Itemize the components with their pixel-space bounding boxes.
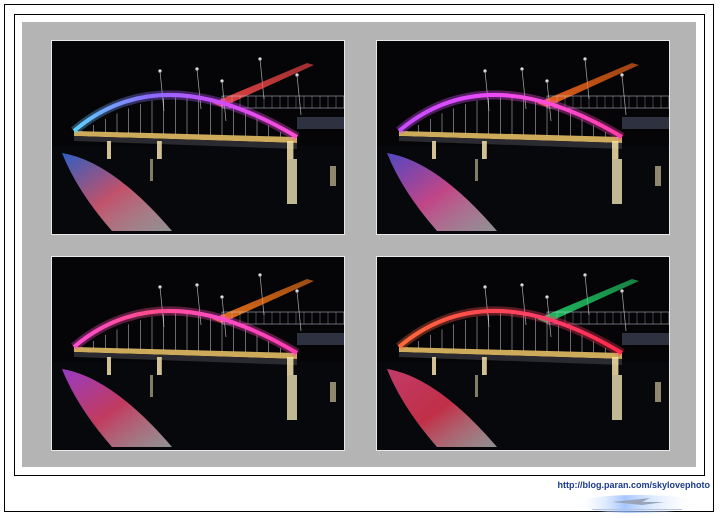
blog-watermark: http://blog.paran.com/skylovephoto <box>550 480 710 514</box>
bridge-photo-3 <box>51 256 345 451</box>
bridge-photo-4 <box>376 256 670 451</box>
bridge-scene <box>377 257 669 450</box>
bridge-scene <box>52 257 344 450</box>
bridge-photo-2 <box>376 40 670 235</box>
bridge-photo-1 <box>51 40 345 235</box>
watermark-url: http://blog.paran.com/skylovephoto <box>557 480 710 490</box>
watermark-logo-icon <box>575 495 699 513</box>
bridge-scene <box>377 41 669 234</box>
bridge-scene <box>52 41 344 234</box>
